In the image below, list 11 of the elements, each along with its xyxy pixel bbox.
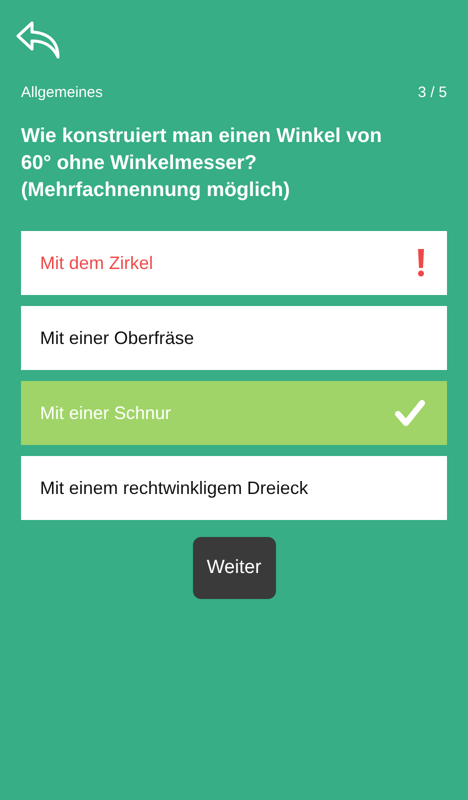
answer-option[interactable]: Mit einem rechtwinkligem Dreieck: [21, 456, 447, 520]
progress-counter: 3 / 5: [418, 84, 447, 101]
question-text: Wie konstruiert man einen Winkel von 60° ohne Winkelmesser? (Mehrfachnennung möglich): [21, 124, 383, 203]
answer-label: Mit dem Zirkel: [40, 252, 154, 274]
answer-label: Mit einem rechtwinkligem Dreieck: [40, 478, 308, 498]
answer-label: Mit einer Oberfräse: [40, 328, 194, 348]
category-label: Allgemeines: [21, 84, 103, 101]
answer-option[interactable]: Mit einer Oberfräse: [21, 306, 447, 370]
next-button[interactable]: Weiter: [192, 537, 276, 599]
answer-label: Mit einer Schnur: [40, 402, 172, 424]
answer-option[interactable]: Mit dem Zirkel: [21, 231, 447, 295]
